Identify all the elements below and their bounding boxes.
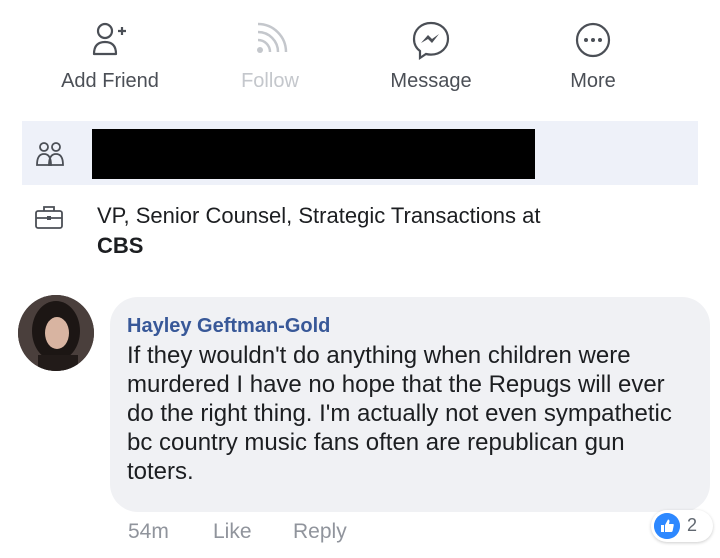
messenger-icon [412,21,450,61]
follow-label: Follow [241,70,299,92]
mutual-friends-icon [36,142,64,166]
work-organization[interactable]: CBS [97,231,541,261]
briefcase-icon [35,206,63,229]
redacted-name-bar [92,129,535,179]
commenter-avatar[interactable] [18,295,94,371]
add-friend-label: Add Friend [61,70,159,92]
profile-action-bar: Add Friend Follow Message More [0,0,720,110]
comment-body: If they wouldn't do anything when childr… [127,342,672,485]
work-description: VP, Senior Counsel, Strategic Transactio… [97,201,541,261]
reaction-summary[interactable]: 2 [651,510,713,542]
profile-photo [18,295,94,371]
more-button[interactable]: More [513,0,673,110]
reply-link[interactable]: Reply [293,520,347,544]
work-info-row: VP, Senior Counsel, Strategic Transactio… [22,194,698,274]
comment-author-name[interactable]: Hayley Geftman-Gold [127,315,330,338]
reaction-count: 2 [687,515,698,535]
like-link[interactable]: Like [213,520,252,544]
more-label: More [570,70,616,92]
mutual-friends-row[interactable] [22,121,698,185]
message-label: Message [390,70,472,92]
message-button[interactable]: Message [351,0,511,110]
comment-timestamp[interactable]: 54m [128,520,169,544]
comment-bubble: Hayley Geftman-Gold If they wouldn't do … [110,297,710,512]
more-icon [575,22,611,58]
follow-icon [257,22,288,53]
work-title: VP, Senior Counsel, Strategic Transactio… [97,203,541,228]
like-reaction-icon [654,513,680,539]
add-friend-button[interactable]: Add Friend [30,0,190,110]
follow-button[interactable]: Follow [190,0,350,110]
add-friend-icon [92,22,126,56]
